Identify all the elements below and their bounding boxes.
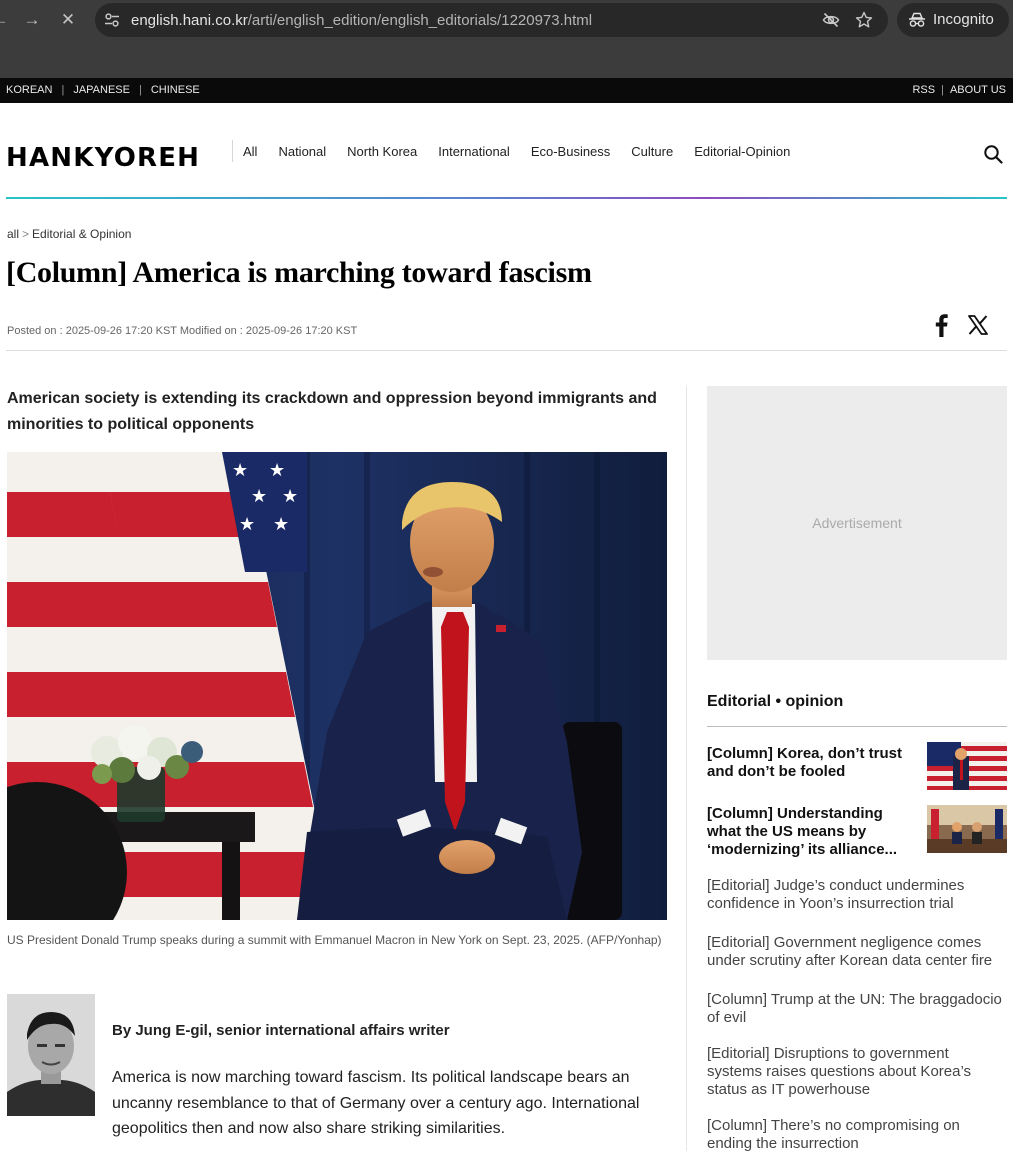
incognito-label: Incognito <box>933 11 994 28</box>
url-host: english.hani.co.kr <box>131 12 248 29</box>
browser-toolbar: ← → ✕ english.hani.co.kr/arti/english_ed… <box>0 0 1013 78</box>
breadcrumb-section[interactable]: Editorial & Opinion <box>32 227 131 241</box>
sidebar-article-link[interactable]: [Column] Trump at the UN: The braggadoci… <box>707 991 1007 1027</box>
article-body-paragraph: America is now marching toward fascism. … <box>112 1069 640 1137</box>
sidebar-article-link[interactable]: [Editorial] Judge’s conduct undermines c… <box>707 877 1007 913</box>
bookmark-star-icon[interactable] <box>855 11 873 29</box>
featured-article-thumbnail[interactable] <box>927 742 1007 790</box>
nav-divider <box>232 140 233 162</box>
rss-link[interactable]: RSS <box>912 84 935 96</box>
author-portrait-illustration <box>7 994 95 1116</box>
article-main-photo: ★ ★ ★ ★ ★ ★ <box>7 452 667 920</box>
breadcrumb-separator: > <box>22 227 30 241</box>
article-title: [Column] America is marching toward fasc… <box>6 256 592 289</box>
svg-text:★: ★ <box>269 460 285 481</box>
forward-arrow-icon[interactable]: → <box>18 6 46 34</box>
sidebar-article-link[interactable]: [Editorial] Disruptions to government sy… <box>707 1045 1007 1099</box>
featured-article-link[interactable]: [Column] Korea, don’t trust and don’t be… <box>707 745 905 781</box>
nav-item-north-korea[interactable]: North Korea <box>347 144 417 159</box>
site-settings-icon[interactable] <box>104 12 120 28</box>
lang-korean-link[interactable]: KOREAN <box>6 84 52 96</box>
lang-chinese-link[interactable]: CHINESE <box>151 84 200 96</box>
nav-item-international[interactable]: International <box>438 144 510 159</box>
column-divider <box>686 386 687 1151</box>
svg-text:★: ★ <box>282 486 298 507</box>
lang-japanese-link[interactable]: JAPANESE <box>73 84 130 96</box>
article-subhead: American society is extending its crackd… <box>7 390 657 433</box>
author-photo <box>7 994 95 1116</box>
advertisement-slot[interactable]: Advertisement <box>707 386 1007 660</box>
svg-text:★: ★ <box>232 460 248 481</box>
breadcrumb: all > Editorial & Opinion <box>7 227 131 241</box>
article-dates: Posted on : 2025-09-26 17:20 KST Modifie… <box>7 325 358 337</box>
nav-item-editorial-opinion[interactable]: Editorial-Opinion <box>694 144 790 159</box>
featured-article-thumbnail[interactable] <box>927 805 1007 853</box>
nav-item-all[interactable]: All <box>243 144 257 159</box>
url-path: /arti/english_edition/english_editorials… <box>247 12 593 29</box>
thumbnail-flag-illustration <box>927 742 1007 790</box>
sidebar-article-link[interactable]: [Column] There’s no compromising on endi… <box>707 1117 1007 1151</box>
sidebar-article-link[interactable]: [Editorial] Government negligence comes … <box>707 934 1007 970</box>
divider: | <box>941 84 944 96</box>
x-twitter-icon[interactable] <box>968 315 988 335</box>
incognito-icon <box>909 12 925 27</box>
main-nav: All National North Korea International E… <box>243 144 790 159</box>
search-icon[interactable] <box>983 144 1003 164</box>
breadcrumb-root[interactable]: all <box>7 227 19 241</box>
utility-links: RSS | ABOUT US <box>912 84 1006 96</box>
nav-item-eco-business[interactable]: Eco-Business <box>531 144 610 159</box>
author-byline: By Jung E-gil, senior international affa… <box>112 1022 450 1039</box>
divider: | <box>138 84 142 96</box>
header-divider <box>6 350 1007 351</box>
facebook-icon[interactable] <box>932 313 950 337</box>
language-links: KOREAN | JAPANESE | CHINESE <box>6 84 200 96</box>
stop-loading-icon[interactable]: ✕ <box>54 6 82 34</box>
svg-text:★: ★ <box>251 486 267 507</box>
incognito-indicator[interactable]: Incognito <box>897 3 1009 37</box>
svg-text:★: ★ <box>273 514 289 535</box>
nav-item-national[interactable]: National <box>278 144 326 159</box>
sidebar-section-title[interactable]: Editorial • opinion <box>707 693 843 711</box>
featured-article-link[interactable]: [Column] Understanding what the US means… <box>707 805 905 859</box>
sidebar-title-rule <box>707 726 1007 727</box>
nav-item-culture[interactable]: Culture <box>631 144 673 159</box>
address-bar[interactable]: english.hani.co.kr/arti/english_edition/… <box>95 3 888 37</box>
back-arrow-icon[interactable]: ← <box>0 6 14 34</box>
eye-off-icon[interactable] <box>822 11 840 29</box>
site-logo[interactable]: HANKYOREH <box>6 143 200 173</box>
thumbnail-meeting-illustration <box>927 805 1007 853</box>
svg-text:★: ★ <box>239 514 255 535</box>
divider: | <box>61 84 65 96</box>
advertisement-label: Advertisement <box>812 515 902 531</box>
photo-caption: US President Donald Trump speaks during … <box>7 933 662 947</box>
url-text[interactable]: english.hani.co.kr/arti/english_edition/… <box>131 12 592 29</box>
site-top-strip: KOREAN | JAPANESE | CHINESE RSS | ABOUT US <box>0 78 1013 103</box>
photo-illustration: ★ ★ ★ ★ ★ ★ <box>7 452 667 920</box>
about-us-link[interactable]: ABOUT US <box>950 84 1006 96</box>
header-gradient-rule <box>6 197 1007 199</box>
